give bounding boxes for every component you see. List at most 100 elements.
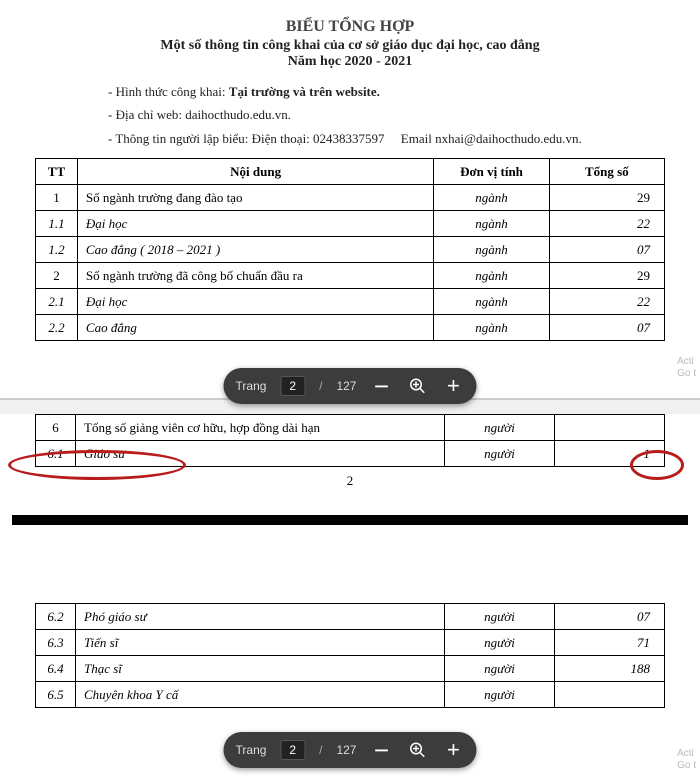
cell-ts: 07 xyxy=(549,315,664,341)
page-2-fragment: 6Tổng số giảng viên cơ hữu, hợp đồng dài… xyxy=(0,414,700,778)
windows-activate-watermark: Acti Go t xyxy=(677,356,696,380)
doc-title: BIỂU TỔNG HỢP xyxy=(0,18,700,36)
cell-nd: Số ngành trường đang đào tạo xyxy=(77,185,433,211)
table-row: 6.1Giáo sưngười1 xyxy=(36,441,665,467)
cell-tt: 1.1 xyxy=(36,211,78,237)
cell-ts xyxy=(555,682,665,708)
cell-ts: 22 xyxy=(549,289,664,315)
cell-tt: 6.4 xyxy=(36,656,76,682)
info-line-2: - Địa chỉ web: daihocthudo.edu.vn. xyxy=(108,103,700,126)
table-row: 6.4Thạc sĩngười188 xyxy=(36,656,665,682)
doc-year: Năm học 2020 - 2021 xyxy=(0,54,700,70)
cell-tt: 2 xyxy=(36,263,78,289)
separator-bar xyxy=(12,515,688,525)
cell-nd: Đại học xyxy=(77,289,433,315)
col-ts: Tổng số xyxy=(549,159,664,185)
cell-nd: Giáo sư xyxy=(76,441,445,467)
cell-dv: ngành xyxy=(434,237,549,263)
cell-ts xyxy=(555,415,665,441)
cell-nd: Thạc sĩ xyxy=(76,656,445,682)
table-row: 6Tổng số giảng viên cơ hữu, hợp đồng dài… xyxy=(36,415,665,441)
cell-dv: ngành xyxy=(434,289,549,315)
table-row: 6.5Chuyên khoa Y cấngười xyxy=(36,682,665,708)
cell-nd: Phó giáo sư xyxy=(76,604,445,630)
table-row: 6.2Phó giáo sưngười07 xyxy=(36,604,665,630)
cell-nd: Đại học xyxy=(77,211,433,237)
cell-tt: 2.2 xyxy=(36,315,78,341)
pdf-toolbar-bottom: Trang 2 / 127 − + xyxy=(224,732,477,768)
cell-dv: ngành xyxy=(434,263,549,289)
cell-tt: 6.1 xyxy=(36,441,76,467)
table-row: 2Số ngành trường đã công bố chuẩn đầu ra… xyxy=(36,263,665,289)
cell-tt: 6.3 xyxy=(36,630,76,656)
table-row: 2.2Cao đẳngngành07 xyxy=(36,315,665,341)
cell-dv: ngành xyxy=(434,315,549,341)
info-lines: - Hình thức công khai: Tại trường và trê… xyxy=(108,80,700,150)
doc-subtitle: Một số thông tin công khai của cơ sở giá… xyxy=(0,38,700,54)
cell-dv: người xyxy=(445,604,555,630)
zoom-reset-button[interactable] xyxy=(406,739,428,761)
cell-ts: 188 xyxy=(555,656,665,682)
title-block: BIỂU TỔNG HỢP Một số thông tin công khai… xyxy=(0,18,700,70)
cell-tt: 6.5 xyxy=(36,682,76,708)
page-current-input[interactable]: 2 xyxy=(280,376,305,396)
cell-ts: 07 xyxy=(555,604,665,630)
cell-nd: Chuyên khoa Y cấ xyxy=(76,682,445,708)
cell-ts: 1 xyxy=(555,441,665,467)
page-number: 2 xyxy=(0,473,700,489)
cell-dv: người xyxy=(445,415,555,441)
zoom-in-button[interactable]: + xyxy=(442,739,464,761)
page-label: Trang xyxy=(236,743,267,757)
page-current-input[interactable]: 2 xyxy=(280,740,305,760)
col-dv: Đơn vị tính xyxy=(434,159,549,185)
col-tt: TT xyxy=(36,159,78,185)
cell-dv: người xyxy=(445,441,555,467)
cell-dv: người xyxy=(445,656,555,682)
page-total: 127 xyxy=(336,743,356,757)
pdf-toolbar-top: Trang 2 / 127 − + xyxy=(224,368,477,404)
cell-ts: 07 xyxy=(549,237,664,263)
page-sep: / xyxy=(319,379,322,393)
table-row: 1.2Cao đẳng ( 2018 – 2021 )ngành07 xyxy=(36,237,665,263)
windows-activate-watermark: Acti Go t xyxy=(677,748,696,772)
cell-nd: Cao đẳng xyxy=(77,315,433,341)
table-row: 1Số ngành trường đang đào tạongành29 xyxy=(36,185,665,211)
magnifier-plus-icon xyxy=(408,377,426,395)
page-label: Trang xyxy=(236,379,267,393)
cell-nd: Số ngành trường đã công bố chuẩn đầu ra xyxy=(77,263,433,289)
cell-nd: Tổng số giảng viên cơ hữu, hợp đồng dài … xyxy=(76,415,445,441)
summary-table-mid: 6Tổng số giảng viên cơ hữu, hợp đồng dài… xyxy=(35,414,665,467)
cell-tt: 6 xyxy=(36,415,76,441)
summary-table-top: TT Nội dung Đơn vị tính Tổng số 1Số ngàn… xyxy=(35,158,665,341)
cell-dv: người xyxy=(445,682,555,708)
info-line-1: - Hình thức công khai: Tại trường và trê… xyxy=(108,80,700,103)
table-row: 2.1Đại họcngành22 xyxy=(36,289,665,315)
cell-ts: 71 xyxy=(555,630,665,656)
table-header-row: TT Nội dung Đơn vị tính Tổng số xyxy=(36,159,665,185)
cell-ts: 22 xyxy=(549,211,664,237)
magnifier-plus-icon xyxy=(408,741,426,759)
zoom-out-button[interactable]: − xyxy=(370,375,392,397)
summary-table-bottom: 6.2Phó giáo sưngười076.3Tiến sĩngười716.… xyxy=(35,603,665,708)
cell-dv: người xyxy=(445,630,555,656)
cell-dv: ngành xyxy=(434,185,549,211)
cell-ts: 29 xyxy=(549,185,664,211)
cell-tt: 1.2 xyxy=(36,237,78,263)
table-row: 1.1Đại họcngành22 xyxy=(36,211,665,237)
page-total: 127 xyxy=(336,379,356,393)
cell-tt: 1 xyxy=(36,185,78,211)
cell-tt: 2.1 xyxy=(36,289,78,315)
cell-nd: Cao đẳng ( 2018 – 2021 ) xyxy=(77,237,433,263)
info-line-3: - Thông tin người lập biểu: Điện thoại: … xyxy=(108,127,700,150)
col-nd: Nội dung xyxy=(77,159,433,185)
zoom-reset-button[interactable] xyxy=(406,375,428,397)
cell-ts: 29 xyxy=(549,263,664,289)
cell-dv: ngành xyxy=(434,211,549,237)
page-sep: / xyxy=(319,743,322,757)
cell-tt: 6.2 xyxy=(36,604,76,630)
page-1-fragment: BIỂU TỔNG HỢP Một số thông tin công khai… xyxy=(0,0,700,400)
cell-nd: Tiến sĩ xyxy=(76,630,445,656)
zoom-in-button[interactable]: + xyxy=(442,375,464,397)
zoom-out-button[interactable]: − xyxy=(370,739,392,761)
table-row: 6.3Tiến sĩngười71 xyxy=(36,630,665,656)
